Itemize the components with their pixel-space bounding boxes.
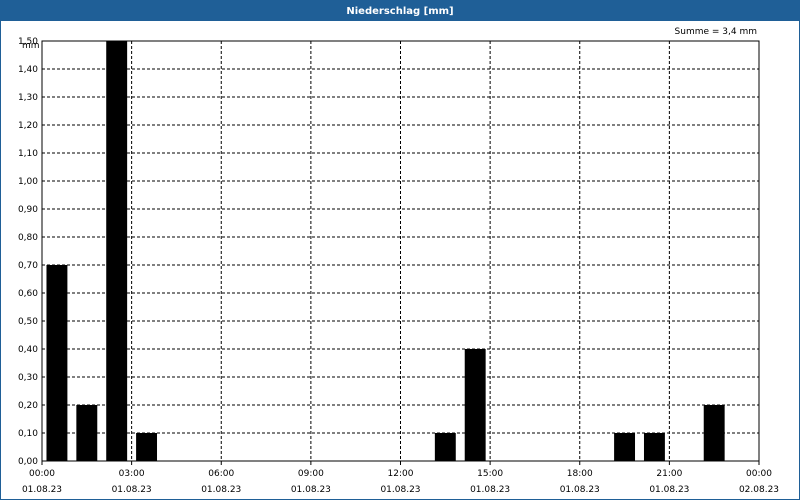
y-tick-label: 0,90 <box>18 205 38 215</box>
x-tick-date-label: 01.08.23 <box>380 485 420 495</box>
y-tick-label: 0,20 <box>18 401 38 411</box>
bar-2000 <box>643 433 665 461</box>
y-tick-label: 1,30 <box>18 93 38 103</box>
bar-0100 <box>76 405 98 461</box>
x-tick-time-label: 06:00 <box>208 469 234 479</box>
x-tick-time-label: 21:00 <box>656 469 682 479</box>
bar-0200 <box>106 41 128 461</box>
x-tick-date-label: 01.08.23 <box>291 485 331 495</box>
bar-0300 <box>136 433 158 461</box>
grid-layer <box>42 40 759 461</box>
y-tick-label: 0,60 <box>18 289 38 299</box>
bar-2200 <box>703 405 725 461</box>
y-tick-label: 0,80 <box>18 233 38 243</box>
y-axis-unit-label: mm <box>22 41 40 51</box>
x-tick-date-label: 01.08.23 <box>201 485 241 495</box>
x-tick-time-label: 00:00 <box>29 469 55 479</box>
y-tick-label: 0,40 <box>18 345 38 355</box>
bar-0000 <box>46 265 68 461</box>
y-tick-label: 0,10 <box>18 429 38 439</box>
y-tick-label: 1,10 <box>18 149 38 159</box>
x-tick-time-label: 12:00 <box>388 469 414 479</box>
x-tick-date-label: 01.08.23 <box>22 485 62 495</box>
y-tick-label: 0,70 <box>18 261 38 271</box>
x-tick-date-label: 01.08.23 <box>560 485 600 495</box>
bar-1400 <box>464 349 486 461</box>
y-tick-label: 1,00 <box>18 177 38 187</box>
y-tick-label: 0,50 <box>18 317 38 327</box>
y-tick-label: 0,30 <box>18 373 38 383</box>
x-tick-time-label: 09:00 <box>298 469 324 479</box>
bar-1900 <box>614 433 636 461</box>
bar-1300 <box>434 433 456 461</box>
y-tick-label: 1,20 <box>18 121 38 131</box>
x-tick-time-label: 03:00 <box>119 469 145 479</box>
y-tick-label: 0,00 <box>18 457 38 467</box>
precipitation-chart: 0,00 0,10 0,20 0,30 0,40 0,50 0,60 0,70 0,80 0,90… <box>18 27 779 495</box>
x-tick-time-label: 18:00 <box>567 469 593 479</box>
x-tick-date-label: 01.08.23 <box>112 485 152 495</box>
x-tick-date-label: 02.08.23 <box>739 485 779 495</box>
x-tick-date-label: 01.08.23 <box>470 485 510 495</box>
x-tick-time-label: 15:00 <box>477 469 503 479</box>
x-tick-date-label: 01.08.23 <box>649 485 689 495</box>
x-tick-time-label: 00:00 <box>746 469 772 479</box>
sum-label: Summe = 3,4 mm <box>675 27 757 37</box>
y-tick-label: 1,40 <box>18 65 38 75</box>
